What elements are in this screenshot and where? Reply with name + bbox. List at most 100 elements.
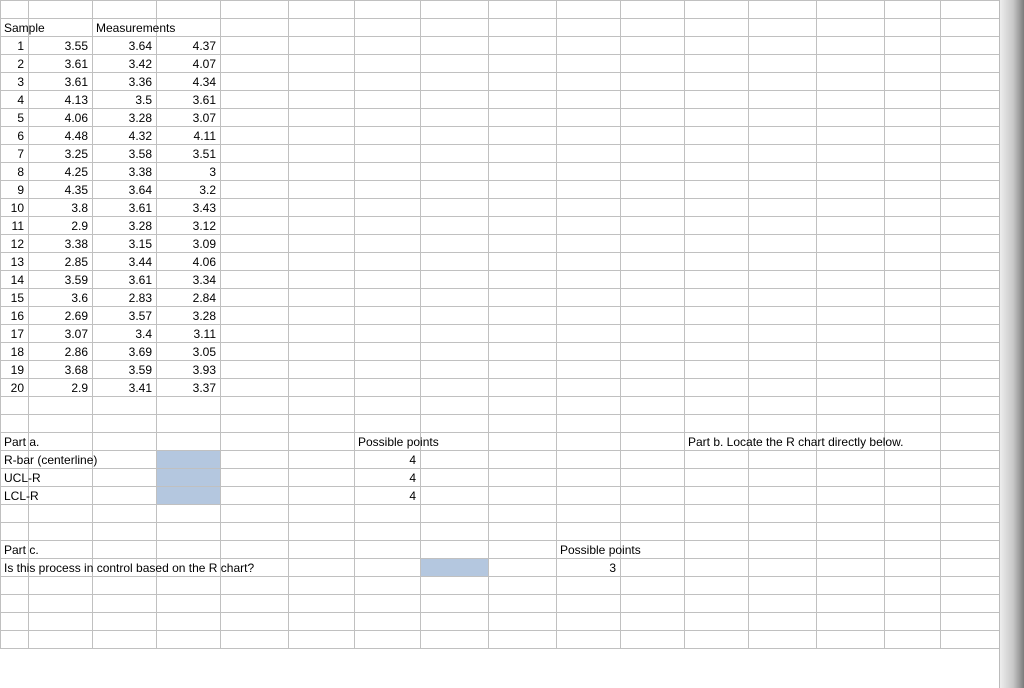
cell-M12[interactable]	[749, 199, 817, 217]
cell-N7[interactable]	[817, 109, 885, 127]
cell-C15[interactable]: 3.44	[93, 253, 157, 271]
cell-J4[interactable]	[557, 55, 621, 73]
cell-F30[interactable]	[289, 523, 355, 541]
cell-J28[interactable]	[557, 487, 621, 505]
cell-C5[interactable]: 3.36	[93, 73, 157, 91]
cell-D28[interactable]	[157, 487, 221, 505]
cell-A15[interactable]: 13	[1, 253, 29, 271]
cell-H29[interactable]	[421, 505, 489, 523]
cell-H36[interactable]	[421, 631, 489, 649]
cell-F12[interactable]	[289, 199, 355, 217]
cell-H9[interactable]	[421, 145, 489, 163]
cell-O18[interactable]	[885, 307, 941, 325]
cell-D1[interactable]	[157, 1, 221, 19]
cell-B9[interactable]: 3.25	[29, 145, 93, 163]
cell-K12[interactable]	[621, 199, 685, 217]
cell-M15[interactable]	[749, 253, 817, 271]
cell-K4[interactable]	[621, 55, 685, 73]
cell-J8[interactable]	[557, 127, 621, 145]
cell-B16[interactable]: 3.59	[29, 271, 93, 289]
cell-K32[interactable]	[621, 559, 685, 577]
cell-E24[interactable]	[221, 415, 289, 433]
cell-C13[interactable]: 3.28	[93, 217, 157, 235]
cell-L20[interactable]	[685, 343, 749, 361]
cell-F15[interactable]	[289, 253, 355, 271]
cell-P11[interactable]	[941, 181, 1001, 199]
cell-H13[interactable]	[421, 217, 489, 235]
cell-C17[interactable]: 2.83	[93, 289, 157, 307]
cell-N26[interactable]	[817, 451, 885, 469]
cell-I10[interactable]	[489, 163, 557, 181]
cell-D16[interactable]: 3.34	[157, 271, 221, 289]
cell-I4[interactable]	[489, 55, 557, 73]
cell-J20[interactable]	[557, 343, 621, 361]
cell-P3[interactable]	[941, 37, 1001, 55]
cell-M13[interactable]	[749, 217, 817, 235]
cell-E26[interactable]	[221, 451, 289, 469]
cell-D12[interactable]: 3.43	[157, 199, 221, 217]
cell-G27[interactable]: 4	[355, 469, 421, 487]
cell-E23[interactable]	[221, 397, 289, 415]
cell-F17[interactable]	[289, 289, 355, 307]
cell-E29[interactable]	[221, 505, 289, 523]
cell-P35[interactable]	[941, 613, 1001, 631]
cell-E36[interactable]	[221, 631, 289, 649]
cell-F25[interactable]	[289, 433, 355, 451]
cell-P14[interactable]	[941, 235, 1001, 253]
cell-F9[interactable]	[289, 145, 355, 163]
cell-L28[interactable]	[685, 487, 749, 505]
cell-O1[interactable]	[885, 1, 941, 19]
cell-N14[interactable]	[817, 235, 885, 253]
cell-G16[interactable]	[355, 271, 421, 289]
cell-E17[interactable]	[221, 289, 289, 307]
cell-N33[interactable]	[817, 577, 885, 595]
cell-G9[interactable]	[355, 145, 421, 163]
cell-D25[interactable]	[157, 433, 221, 451]
cell-N1[interactable]	[817, 1, 885, 19]
cell-L1[interactable]	[685, 1, 749, 19]
cell-G7[interactable]	[355, 109, 421, 127]
cell-B29[interactable]	[29, 505, 93, 523]
cell-B18[interactable]: 2.69	[29, 307, 93, 325]
cell-N31[interactable]	[817, 541, 885, 559]
cell-I6[interactable]	[489, 91, 557, 109]
cell-A6[interactable]: 4	[1, 91, 29, 109]
cell-N5[interactable]	[817, 73, 885, 91]
cell-D15[interactable]: 4.06	[157, 253, 221, 271]
cell-I23[interactable]	[489, 397, 557, 415]
cell-H10[interactable]	[421, 163, 489, 181]
cell-G24[interactable]	[355, 415, 421, 433]
cell-F11[interactable]	[289, 181, 355, 199]
cell-A29[interactable]	[1, 505, 29, 523]
cell-K13[interactable]	[621, 217, 685, 235]
cell-E33[interactable]	[221, 577, 289, 595]
cell-K18[interactable]	[621, 307, 685, 325]
cell-F34[interactable]	[289, 595, 355, 613]
cell-H20[interactable]	[421, 343, 489, 361]
cell-P32[interactable]	[941, 559, 1001, 577]
cell-M33[interactable]	[749, 577, 817, 595]
cell-I15[interactable]	[489, 253, 557, 271]
cell-O23[interactable]	[885, 397, 941, 415]
cell-F6[interactable]	[289, 91, 355, 109]
cell-K24[interactable]	[621, 415, 685, 433]
cell-K36[interactable]	[621, 631, 685, 649]
cell-B14[interactable]: 3.38	[29, 235, 93, 253]
cell-K7[interactable]	[621, 109, 685, 127]
cell-I14[interactable]	[489, 235, 557, 253]
cell-O17[interactable]	[885, 289, 941, 307]
cell-I21[interactable]	[489, 361, 557, 379]
cell-P19[interactable]	[941, 325, 1001, 343]
cell-K16[interactable]	[621, 271, 685, 289]
cell-D8[interactable]: 4.11	[157, 127, 221, 145]
cell-J10[interactable]	[557, 163, 621, 181]
cell-J36[interactable]	[557, 631, 621, 649]
cell-D22[interactable]: 3.37	[157, 379, 221, 397]
cell-F26[interactable]	[289, 451, 355, 469]
cell-L26[interactable]	[685, 451, 749, 469]
cell-J21[interactable]	[557, 361, 621, 379]
cell-I11[interactable]	[489, 181, 557, 199]
cell-D23[interactable]	[157, 397, 221, 415]
cell-O27[interactable]	[885, 469, 941, 487]
cell-H22[interactable]	[421, 379, 489, 397]
